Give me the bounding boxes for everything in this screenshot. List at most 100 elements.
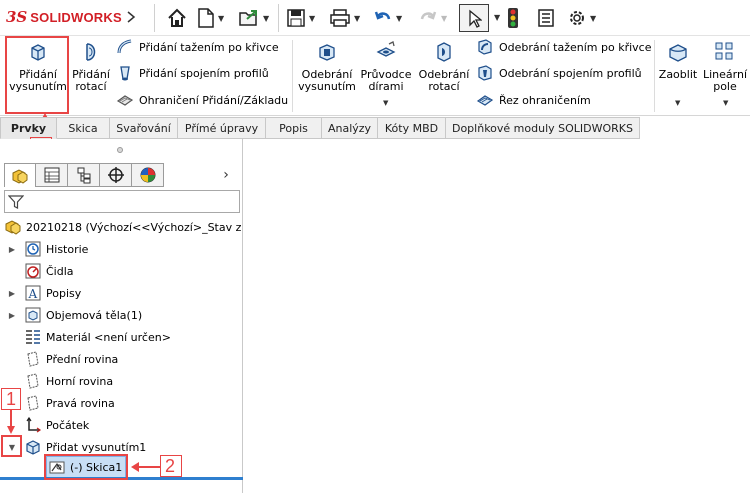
chevron-down-icon[interactable]: ▼ [590, 14, 596, 23]
tree-item-label: Materiál <není určen> [46, 330, 171, 344]
tab-weldments[interactable]: Svařování [110, 117, 178, 139]
feature-manager-icon [12, 168, 28, 184]
chevron-down-icon[interactable]: ▼ [675, 99, 680, 107]
solidworks-logo: 3S SOLIDWORKS [6, 8, 122, 26]
tab-sketch[interactable]: Skica [57, 117, 110, 139]
tree-filter[interactable] [4, 190, 240, 213]
tree-root-part[interactable]: 20210218 (Výchozí<<Výchozí>_Stav zob [4, 216, 241, 238]
save-button[interactable]: ▼ [286, 6, 315, 30]
tab-property-manager[interactable] [36, 163, 68, 187]
chevron-right-icon[interactable] [124, 10, 138, 24]
boundary-boss-button[interactable]: Ohraničení Přidání/Základu [116, 91, 288, 109]
lofted-boss-icon [120, 66, 130, 81]
chevron-down-icon[interactable]: ▼ [218, 14, 224, 23]
extruded-cut-icon [319, 44, 335, 61]
tab-display-manager[interactable] [132, 163, 164, 187]
svg-text:A: A [28, 287, 38, 301]
swept-boss-button[interactable]: Přidání tažením po křivce [116, 38, 279, 56]
undo-button[interactable]: ▼ [373, 6, 402, 30]
chevron-down-icon[interactable]: ▼ [441, 14, 447, 23]
callout-highlight-2 [44, 454, 128, 480]
print-icon [330, 9, 350, 27]
chevron-down-icon[interactable]: ▼ [383, 99, 388, 107]
chevron-down-icon[interactable]: ▼ [396, 14, 402, 23]
file-properties-button[interactable] [537, 6, 555, 30]
tree-item-origin[interactable]: Počátek [18, 414, 89, 436]
open-button[interactable]: ▼ [238, 6, 269, 30]
tab-configuration-manager[interactable] [68, 163, 100, 187]
tree-item-label: Pravá rovina [46, 396, 115, 410]
chevron-down-icon[interactable]: ▼ [263, 14, 269, 23]
history-icon [25, 241, 41, 257]
chevron-down-icon[interactable]: ▼ [354, 14, 360, 23]
tab-evaluate[interactable]: Popis [266, 117, 322, 139]
swept-cut-label: Odebrání tažením po křivce [499, 40, 652, 54]
boundary-boss-icon [116, 95, 134, 106]
tab-addins[interactable]: Doplňkové moduly SOLIDWORKS [446, 117, 640, 139]
tree-item-label: Historie [46, 242, 89, 256]
gear-icon [570, 11, 584, 25]
expand-icon[interactable]: ▶ [6, 309, 18, 321]
options-button[interactable]: ▼ [567, 6, 596, 30]
new-document-button[interactable]: ▼ [197, 6, 224, 30]
callout-highlight-3 [5, 36, 69, 114]
rebuild-button[interactable] [507, 6, 519, 30]
chevron-down-icon[interactable]: ▼ [494, 13, 500, 22]
tree-item-right-plane[interactable]: Pravá rovina [18, 392, 115, 414]
lofted-boss-button[interactable]: Přidání spojením profilů [116, 64, 269, 82]
print-button[interactable]: ▼ [329, 6, 360, 30]
callout-arrow-1 [7, 409, 15, 434]
tab-features[interactable]: Prvky [0, 117, 57, 139]
boundary-boss-label: Ohraničení Přidání/Základu [139, 93, 289, 107]
tab-feature-manager[interactable] [4, 163, 36, 187]
graphics-area[interactable] [244, 139, 750, 493]
tab-direct-editing[interactable]: Přímé úpravy [178, 117, 266, 139]
tree-item-sensors[interactable]: Čidla [18, 260, 74, 282]
chevron-down-icon[interactable]: ▼ [309, 14, 315, 23]
redo-button[interactable]: ▼ [418, 6, 447, 30]
chevron-right-icon[interactable]: › [212, 163, 240, 187]
revolved-cut-icon [437, 42, 451, 62]
property-manager-icon [44, 167, 59, 183]
lofted-boss-label: Přidání spojením profilů [139, 66, 269, 80]
origin-icon [26, 416, 42, 433]
linear-pattern-icon [715, 42, 733, 60]
revolved-cut-button[interactable]: Odebrání rotací [416, 40, 472, 93]
tab-mbd-dimensions[interactable]: Kóty MBD [378, 117, 446, 139]
extruded-cut-button[interactable]: Odebrání vysunutím [298, 40, 356, 93]
manager-tabs: › [4, 163, 240, 187]
sensor-icon [25, 263, 41, 279]
tab-dimxpert-manager[interactable] [100, 163, 132, 187]
revolved-boss-button[interactable]: Přidání rotací [70, 40, 112, 93]
tree-item-label: Počátek [46, 418, 90, 432]
tree-item-solid-bodies[interactable]: ▶ Objemová těla(1) [6, 304, 142, 326]
plane-icon [27, 373, 39, 389]
linear-pattern-button[interactable]: Lineární pole [702, 40, 748, 93]
select-button[interactable] [459, 4, 489, 32]
rebuild-icon [508, 8, 518, 28]
hole-wizard-button[interactable]: Průvodce dírami [360, 40, 412, 93]
ds-logo-mark: 3S [6, 8, 28, 26]
linear-pattern-label-2: pole [713, 80, 737, 93]
expand-icon[interactable]: ▶ [6, 287, 18, 299]
home-button[interactable] [166, 6, 188, 30]
tree-item-front-plane[interactable]: Přední rovina [18, 348, 118, 370]
chevron-down-icon[interactable]: ▼ [723, 99, 728, 107]
crosshair-icon [107, 167, 124, 183]
fillet-button[interactable]: Zaoblit [658, 40, 698, 81]
tree-item-material[interactable]: Materiál <není určen> [18, 326, 171, 348]
lofted-cut-label: Odebrání spojením profilů [499, 66, 642, 80]
lofted-cut-button[interactable]: Odebrání spojením profilů [476, 64, 642, 82]
tree-item-annotations[interactable]: ▶ A Popisy [6, 282, 81, 304]
swept-boss-label: Přidání tažením po křivce [139, 40, 279, 54]
expand-icon[interactable]: ▶ [6, 243, 18, 255]
boundary-cut-button[interactable]: Řez ohraničením [476, 91, 591, 109]
tree-item-history[interactable]: ▶ Historie [6, 238, 88, 260]
command-manager: Přidání vysunutím Přidání rotací Přidání… [0, 36, 750, 116]
command-manager-tabs: Prvky Skica Svařování Přímé úpravy Popis… [0, 117, 750, 139]
swept-cut-button[interactable]: Odebrání tažením po křivce [476, 38, 652, 56]
tab-analysis[interactable]: Analýzy [322, 117, 378, 139]
tree-item-top-plane[interactable]: Horní rovina [18, 370, 113, 392]
panel-splitter-handle[interactable] [117, 147, 123, 153]
open-icon [239, 10, 257, 26]
